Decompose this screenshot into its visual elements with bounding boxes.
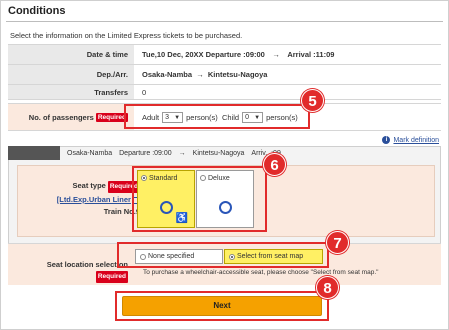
callout-box-next <box>115 291 329 321</box>
transfers-row: Transfers 0 <box>8 84 441 100</box>
train-header: Osaka-Namba Departure :09:00 → Kintetsu-… <box>8 146 441 160</box>
intro-text: Select the information on the Limited Ex… <box>10 31 243 40</box>
callout-badge-6: 6 <box>263 153 286 176</box>
arrow-icon: → <box>196 70 204 79</box>
mark-definition-label: Mark definition <box>393 136 439 144</box>
train-name-link[interactable]: [Ltd.Exp.Urban Liner <box>57 195 131 204</box>
dep-arr-value: Osaka-Namba → Kintetsu-Nagoya <box>134 65 441 84</box>
passengers-label-cell: No. of passengers Required <box>8 104 134 130</box>
transfers-value: 0 <box>134 85 441 99</box>
transfers-label: Transfers <box>8 85 134 99</box>
date-label: Date & time <box>8 45 134 64</box>
passengers-label: No. of passengers <box>28 112 94 122</box>
required-badge: Required <box>95 271 128 283</box>
callout-box-seat-type <box>132 166 267 232</box>
seat-location-label-block: Seat location selection Required <box>8 260 134 283</box>
callout-badge-8: 8 <box>316 276 339 299</box>
seat-type-label: Seat type <box>72 181 106 190</box>
arrival-station: Kintetsu-Nagoya <box>207 70 268 79</box>
callout-badge-5: 5 <box>301 89 324 112</box>
info-icon: i <box>382 136 391 144</box>
date-value: Tue,10 Dec, 20XX Departure :09:00 → Arri… <box>134 45 441 64</box>
callout-box-passengers <box>124 104 310 129</box>
mark-definition-link[interactable]: i Mark definition <box>382 136 439 144</box>
date-row: Date & time Tue,10 Dec, 20XX Departure :… <box>8 44 441 64</box>
departure-station: Osaka-Namba <box>142 70 193 79</box>
seat-type-label-block: Seat type Required [Ltd.Exp.Urban Liner T… <box>40 181 140 217</box>
dep-arr-row: Dep./Arr. Osaka-Namba → Kintetsu-Nagoya <box>8 64 441 84</box>
train-header-text: Osaka-Namba Departure :09:00 → Kintetsu-… <box>67 150 281 157</box>
train-header-bar <box>8 146 60 160</box>
page-title: Conditions <box>8 5 66 17</box>
seat-location-note: To purchase a wheelchair-accessible seat… <box>143 269 379 276</box>
dep-arr-label: Dep./Arr. <box>8 65 134 84</box>
seat-location-label: Seat location selection <box>46 260 128 269</box>
callout-box-seat-location <box>117 242 329 268</box>
title-divider <box>6 21 443 22</box>
callout-badge-7: 7 <box>326 231 349 254</box>
train-number: Train No.9 <box>103 207 140 216</box>
